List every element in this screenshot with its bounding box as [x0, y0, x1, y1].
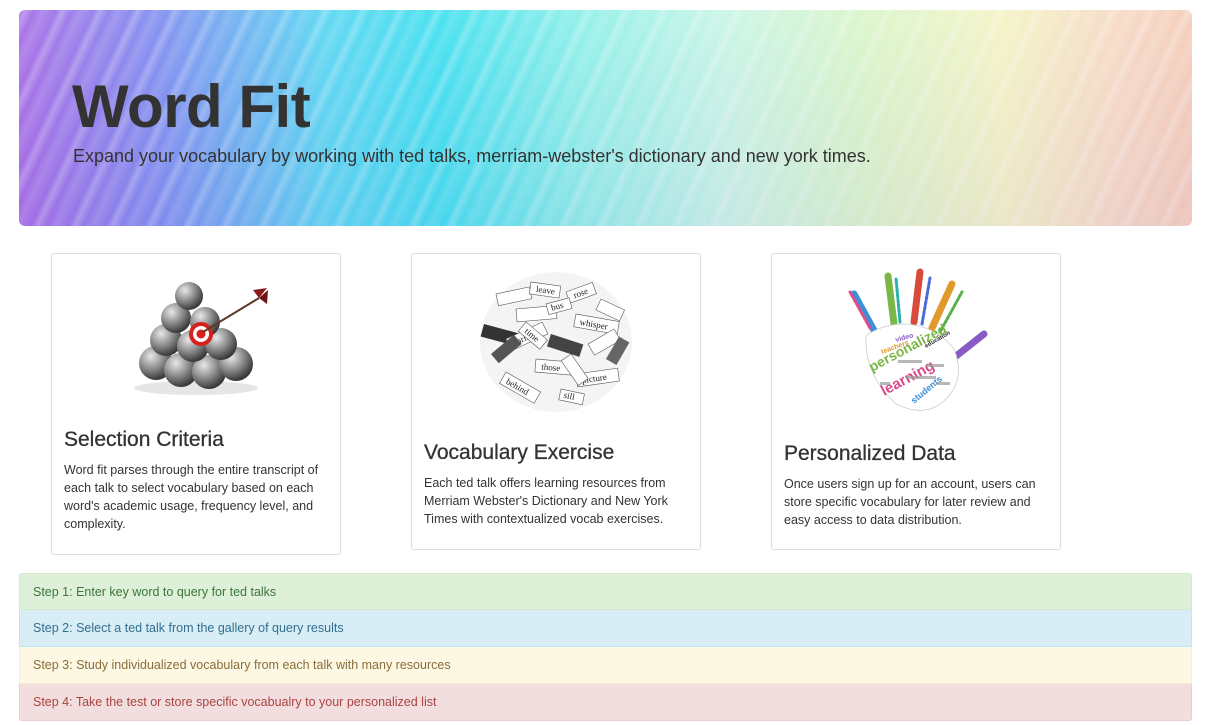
- card-vocabulary-exercise: leave rose whisper spring those behind p…: [411, 253, 701, 550]
- card-title: Selection Criteria: [64, 428, 224, 451]
- card-selection-criteria: Selection Criteria Word fit parses throu…: [51, 253, 341, 555]
- card-text: Each ted talk offers learning resources …: [424, 476, 668, 526]
- card-title: Vocabulary Exercise: [424, 441, 615, 464]
- target-spheres-icon: [121, 268, 271, 403]
- page-title: Word Fit: [72, 73, 311, 140]
- word-pile-icon: leave rose whisper spring those behind p…: [476, 264, 636, 419]
- card-text: Word fit parses through the entire trans…: [64, 463, 319, 531]
- word-those: those: [541, 362, 561, 374]
- page-subtitle: Expand your vocabulary by working with t…: [73, 146, 871, 166]
- steps-list: Step 1: Enter key word to query for ted …: [19, 573, 1192, 721]
- step-1: Step 1: Enter key word to query for ted …: [19, 573, 1192, 610]
- card-title: Personalized Data: [784, 442, 956, 465]
- card-text: Once users sign up for an account, users…: [784, 477, 1036, 527]
- step-2: Step 2: Select a ted talk from the galle…: [19, 610, 1192, 647]
- card-personalized-data: personalized learning students teachers …: [771, 253, 1061, 550]
- step-4: Step 4: Take the test or store specific …: [19, 684, 1192, 721]
- step-3: Step 3: Study individualized vocabulary …: [19, 647, 1192, 684]
- hero-banner: Word Fit Expand your vocabulary by worki…: [19, 10, 1192, 226]
- word-cloud-hand-icon: personalized learning students teachers …: [836, 264, 996, 424]
